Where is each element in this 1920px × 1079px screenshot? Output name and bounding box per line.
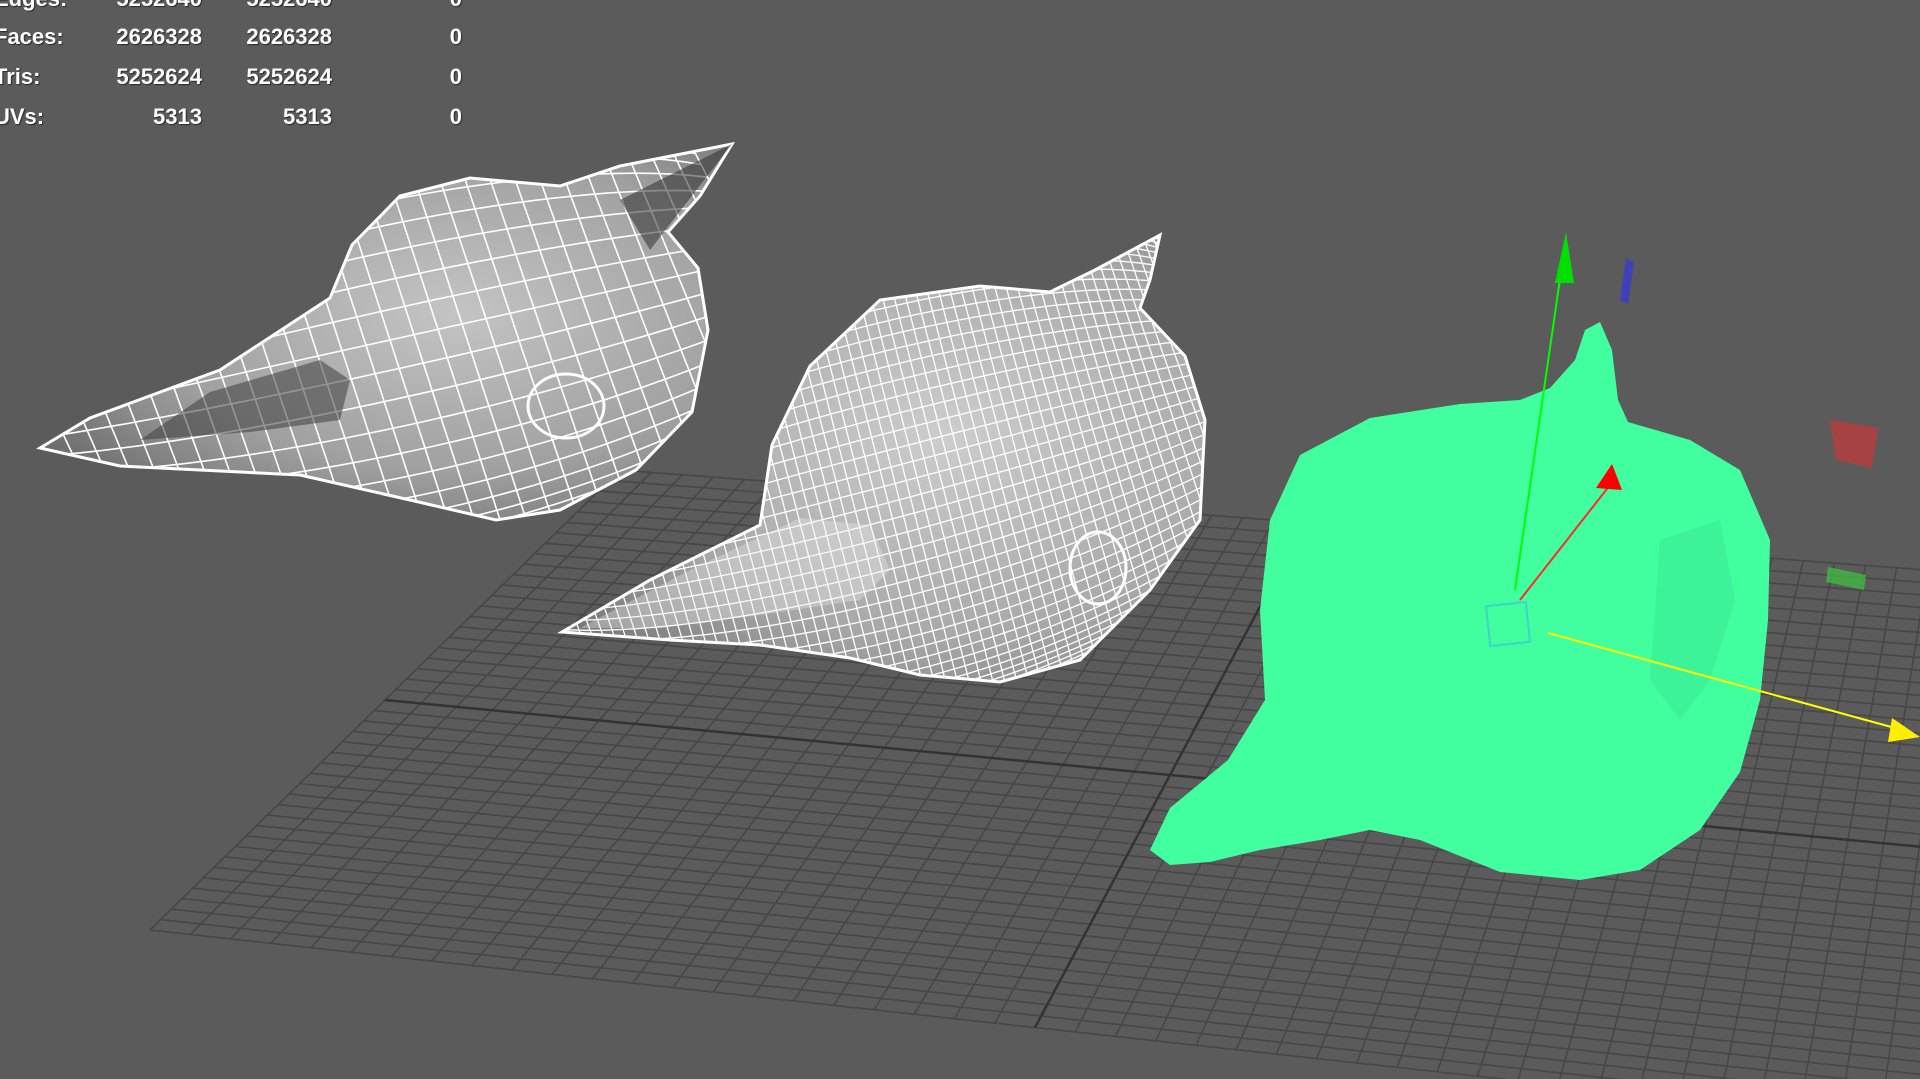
hud-row-edges: Edges: 5252640 5252640 0 — [0, 0, 470, 16]
hud-value: 0 — [449, 104, 462, 129]
hud-value: 2626328 — [116, 24, 202, 49]
hud-label: Faces: — [0, 24, 64, 49]
hud-value: 5252624 — [246, 64, 332, 89]
hud-value: 2626328 — [246, 24, 332, 49]
hud-value: 5252640 — [72, 0, 202, 12]
hud-value: 5313 — [153, 104, 202, 129]
3d-viewport[interactable]: Edges: 5252640 5252640 0 Faces: 2626328 … — [0, 0, 1920, 1079]
hud-label: UVs: — [0, 104, 45, 129]
hud-label: Edges: — [0, 0, 67, 12]
viewport-scene[interactable] — [0, 0, 1920, 1079]
hud-value: 0 — [449, 64, 462, 89]
hud-row-faces: Faces: 2626328 2626328 0 — [0, 24, 470, 54]
hud-row-uvs: UVs: 5313 5313 0 — [0, 104, 470, 134]
hud-value: 0 — [332, 0, 462, 12]
hud-label: Tris: — [0, 64, 41, 89]
hud-value: 5313 — [283, 104, 332, 129]
xy-plane-handle-icon[interactable] — [1830, 420, 1878, 468]
hud-value: 5252624 — [116, 64, 202, 89]
hud-value: 0 — [449, 24, 462, 49]
xz-plane-handle-icon[interactable] — [1826, 567, 1866, 590]
y-axis-arrow-icon[interactable] — [1555, 232, 1574, 283]
hud-value: 5252640 — [202, 0, 332, 12]
yz-plane-handle-icon[interactable] — [1620, 258, 1634, 304]
hud-row-tris: Tris: 5252624 5252624 0 — [0, 64, 470, 94]
